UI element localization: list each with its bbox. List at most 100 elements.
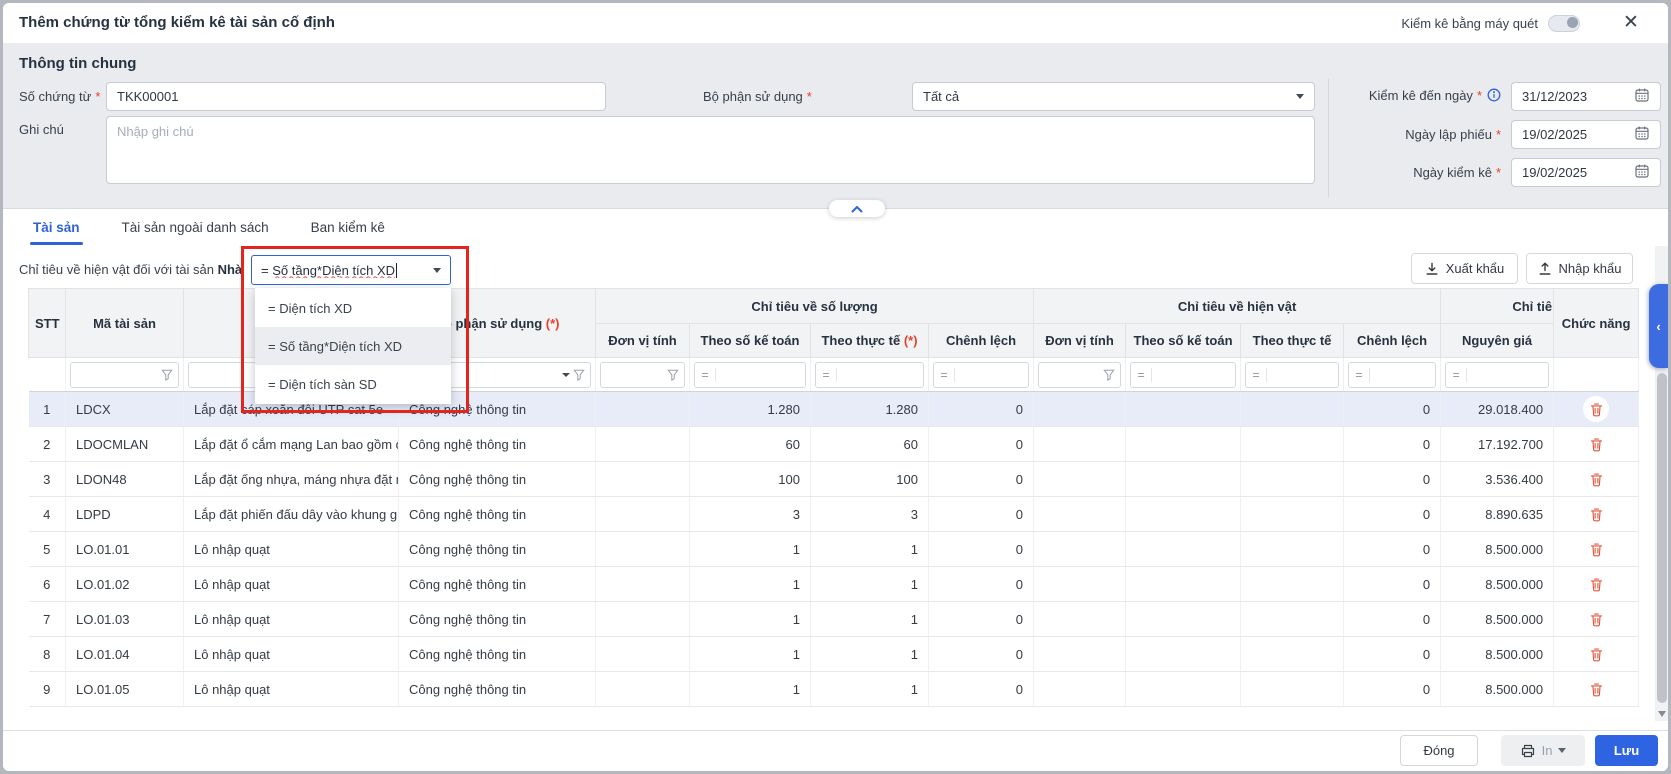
cell-original-cost: 8.890.635: [1441, 497, 1554, 532]
delete-row-button[interactable]: [1583, 571, 1609, 597]
cell-phys-book: [1126, 497, 1241, 532]
inventory-to-date-input[interactable]: 31/12/2023: [1511, 82, 1661, 111]
filter-qty-actual-input[interactable]: [837, 367, 923, 383]
delete-row-button[interactable]: [1583, 676, 1609, 702]
filter-phys-unit-input[interactable]: [1044, 367, 1100, 383]
cell-asset-code: LO.01.01: [66, 532, 184, 567]
group-header-quantity: Chỉ tiêu về số lượng: [596, 289, 1034, 324]
filter-qty-diff-input[interactable]: [955, 367, 1028, 383]
filter-phys-book-input[interactable]: [1152, 367, 1235, 383]
col-header-original-cost: Nguyên giá: [1441, 324, 1554, 358]
import-button[interactable]: Nhập khẩu: [1526, 253, 1633, 284]
calendar-icon[interactable]: [1634, 163, 1650, 182]
cell-department: Công nghệ thông tin: [399, 637, 596, 672]
cell-stt: 7: [29, 602, 66, 637]
cell-original-cost: 8.500.000: [1441, 672, 1554, 707]
filter-funnel-icon[interactable]: [667, 369, 679, 381]
delete-row-button[interactable]: [1583, 641, 1609, 667]
cell-phys-unit: [1034, 392, 1126, 427]
table-row[interactable]: 2 LDOCMLAN Lắp đặt ổ cắm mạng Lan bao gồ…: [29, 427, 1639, 462]
calendar-icon[interactable]: [1634, 125, 1650, 144]
cell-phys-unit: [1034, 462, 1126, 497]
chevron-down-icon[interactable]: [562, 373, 570, 377]
dropdown-option[interactable]: = Số tầng*Diện tích XD: [255, 327, 451, 365]
cell-qty-book: 1: [690, 637, 811, 672]
cell-qty-actual: 60: [811, 427, 929, 462]
scrollbar-thumb[interactable]: [1657, 373, 1667, 703]
doc-no-input[interactable]: [106, 82, 606, 111]
cell-actions: [1554, 497, 1639, 532]
col-header-qty-diff: Chênh lệch: [929, 324, 1034, 358]
collapse-section-button[interactable]: [829, 200, 885, 217]
delete-row-button[interactable]: [1583, 431, 1609, 457]
cell-phys-book: [1126, 567, 1241, 602]
cell-stt: 6: [29, 567, 66, 602]
created-date-input[interactable]: 19/02/2025: [1511, 120, 1661, 149]
close-button[interactable]: Đóng: [1400, 735, 1478, 766]
text-cursor: [396, 263, 397, 278]
cell-asset-code: LDCX: [66, 392, 184, 427]
dropdown-option[interactable]: = Diện tích sàn SD: [255, 365, 451, 403]
department-select[interactable]: Tất cả: [912, 82, 1315, 111]
tab-tai-san-ngoai-danh-sach[interactable]: Tài sản ngoài danh sách: [122, 209, 269, 246]
filter-qty-unit-input[interactable]: [606, 367, 664, 383]
criteria-combobox-value: = Số tầng*Diện tích XD: [261, 263, 397, 278]
calendar-icon[interactable]: [1634, 87, 1650, 106]
scan-toggle-label: Kiểm kê bằng máy quét: [1401, 16, 1538, 31]
printer-icon: [1520, 743, 1536, 759]
filter-asset-code-input[interactable]: [76, 367, 158, 383]
cell-phys-unit: [1034, 532, 1126, 567]
inventory-date-input[interactable]: 19/02/2025: [1511, 158, 1661, 187]
trash-icon: [1589, 507, 1604, 522]
cell-actions: [1554, 462, 1639, 497]
filter-phys-actual-input[interactable]: [1267, 367, 1338, 383]
note-label: Ghi chú: [19, 122, 64, 137]
scan-toggle[interactable]: [1548, 15, 1580, 32]
tab-tai-san[interactable]: Tài sản: [33, 209, 80, 246]
save-button[interactable]: Lưu: [1595, 735, 1658, 766]
cell-stt: 5: [29, 532, 66, 567]
tab-bar: Tài sản Tài sản ngoài danh sách Ban kiểm…: [3, 209, 1648, 246]
cell-phys-actual: [1241, 462, 1344, 497]
filter-funnel-icon[interactable]: [573, 369, 585, 381]
col-header-qty-book: Theo số kế toán: [690, 324, 811, 358]
delete-row-button[interactable]: [1583, 466, 1609, 492]
criteria-combobox[interactable]: = Số tầng*Diện tích XD: [251, 255, 451, 285]
table-row[interactable]: 4 LDPD Lắp đặt phiến đấu dây vào khung g…: [29, 497, 1639, 532]
cell-department: Công nghệ thông tin: [399, 602, 596, 637]
filter-funnel-icon[interactable]: [161, 369, 173, 381]
table-row[interactable]: 9 LO.01.05 Lô nhập quạt Công nghệ thông …: [29, 672, 1639, 707]
filter-funnel-icon[interactable]: [1103, 369, 1115, 381]
close-icon[interactable]: ✕: [1619, 11, 1643, 35]
cell-phys-diff: 0: [1344, 602, 1441, 637]
cell-qty-book: 100: [690, 462, 811, 497]
table-row[interactable]: 6 LO.01.02 Lô nhập quạt Công nghệ thông …: [29, 567, 1639, 602]
filter-original-cost-input[interactable]: [1467, 367, 1548, 383]
print-button[interactable]: In: [1501, 735, 1585, 766]
filter-qty-book-input[interactable]: [716, 367, 805, 383]
delete-row-button[interactable]: [1583, 536, 1609, 562]
cell-phys-diff: 0: [1344, 637, 1441, 672]
table-row[interactable]: 7 LO.01.03 Lô nhập quạt Công nghệ thông …: [29, 602, 1639, 637]
cell-qty-unit: [596, 637, 690, 672]
note-textarea[interactable]: [106, 116, 1315, 184]
export-button[interactable]: Xuất khẩu: [1411, 253, 1518, 284]
cell-qty-diff: 0: [929, 497, 1034, 532]
scrollbar-down-arrow[interactable]: [1658, 711, 1666, 717]
dropdown-option[interactable]: = Diện tích XD: [255, 289, 451, 327]
cell-stt: 4: [29, 497, 66, 532]
chevron-down-icon[interactable]: [433, 268, 441, 273]
info-icon[interactable]: [1487, 88, 1501, 105]
filter-phys-diff-input[interactable]: [1370, 367, 1435, 383]
delete-row-button[interactable]: [1583, 501, 1609, 527]
cell-qty-actual: 1: [811, 567, 929, 602]
tab-ban-kiem-ke[interactable]: Ban kiểm kê: [311, 209, 385, 246]
delete-row-button[interactable]: [1583, 396, 1609, 422]
side-panel-toggle[interactable]: ‹: [1649, 284, 1668, 368]
delete-row-button[interactable]: [1583, 606, 1609, 632]
table-row[interactable]: 5 LO.01.01 Lô nhập quạt Công nghệ thông …: [29, 532, 1639, 567]
table-row[interactable]: 3 LDON48 Lắp đặt ống nhựa, máng nhựa đặt…: [29, 462, 1639, 497]
cell-stt: 9: [29, 672, 66, 707]
table-row[interactable]: 8 LO.01.04 Lô nhập quạt Công nghệ thông …: [29, 637, 1639, 672]
cell-asset-code: LO.01.03: [66, 602, 184, 637]
